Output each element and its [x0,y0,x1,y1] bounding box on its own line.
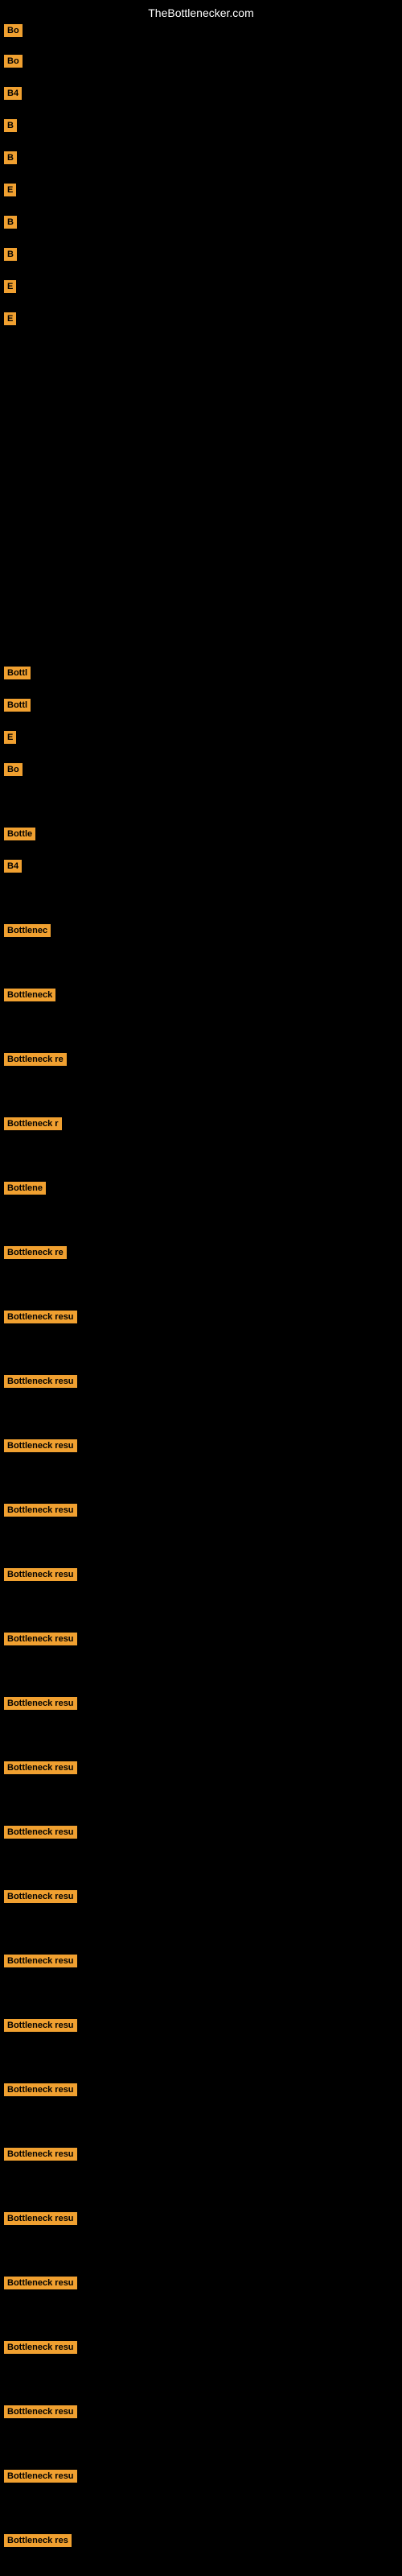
result-badge: E [4,184,16,196]
result-badge: Bo [4,763,23,776]
result-badge: Bottleneck r [4,1117,62,1130]
result-badge: E [4,731,16,744]
result-badge: Bottleneck resu [4,1504,77,1517]
result-badge: Bottlenec [4,924,51,937]
result-badge: Bottleneck re [4,1053,67,1066]
result-badge: Bottleneck resu [4,2148,77,2161]
result-badge: E [4,280,16,293]
result-badge: Bottleneck resu [4,1375,77,1388]
result-badge: Bottleneck resu [4,1761,77,1774]
result-badge: B [4,216,17,229]
result-badge: B4 [4,87,22,100]
result-badge: Bottleneck resu [4,2277,77,2289]
result-badge: Bottleneck [4,989,55,1001]
site-title: TheBottlenecker.com [148,6,254,19]
result-badge: Bottleneck resu [4,1311,77,1323]
result-badge: Bottleneck resu [4,2470,77,2483]
result-badge: Bottleneck resu [4,2212,77,2225]
result-badge: Bo [4,24,23,37]
result-badge: Bottlene [4,1182,46,1195]
result-badge: Bottleneck res [4,2534,72,2547]
result-badge: Bottleneck resu [4,1568,77,1581]
result-badge: Bottl [4,667,31,679]
result-badge: Bottle [4,828,35,840]
result-badge: Bottleneck resu [4,1955,77,1967]
result-badge: Bottleneck resu [4,1826,77,1839]
result-badge: Bottleneck resu [4,2405,77,2418]
result-badge: Bottleneck resu [4,2083,77,2096]
result-badge: Bottleneck resu [4,2019,77,2032]
result-badge: B [4,151,17,164]
result-badge: Bottleneck resu [4,2341,77,2354]
result-badge: B4 [4,860,22,873]
result-badge: Bottleneck resu [4,1697,77,1710]
result-badge: Bottl [4,699,31,712]
result-badge: Bottleneck resu [4,1439,77,1452]
result-badge: Bo [4,55,23,68]
result-badge: Bottleneck resu [4,1633,77,1645]
result-badge: Bottleneck re [4,1246,67,1259]
result-badge: Bottleneck resu [4,1890,77,1903]
result-badge: B [4,248,17,261]
result-badge: E [4,312,16,325]
result-badge: B [4,119,17,132]
